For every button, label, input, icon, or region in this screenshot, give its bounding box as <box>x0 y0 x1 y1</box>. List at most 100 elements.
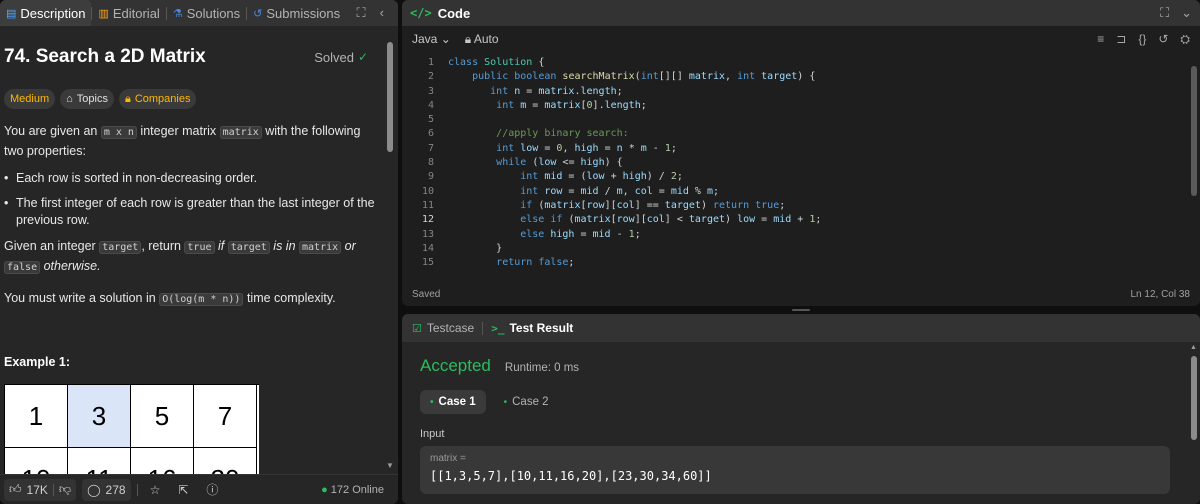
line-number: 4 <box>427 99 434 111</box>
tab-test-result[interactable]: >_ Test Result <box>491 321 573 335</box>
description-scrollbar[interactable]: ▼ <box>386 30 394 470</box>
line-text: int n = matrix.length; <box>490 85 623 97</box>
lock-icon: 🔒︎ <box>464 31 472 46</box>
code-line[interactable]: 8 while (low <= high) { <box>402 156 1188 170</box>
scroll-thumb[interactable] <box>1191 356 1197 440</box>
lock-icon: 🔒︎ <box>124 92 131 105</box>
code-editor[interactable]: 1 class Solution { 2 public boolean search… <box>402 56 1188 274</box>
code-scrollbar[interactable] <box>1190 56 1198 274</box>
editor-status-bar: Saved Ln 12, Col 38 <box>402 282 1200 306</box>
line-text: if (matrix[row][col] == target) return t… <box>520 199 786 211</box>
thumbs-down-icon[interactable]: 👎︎ <box>59 482 71 497</box>
code-line[interactable]: 5 <box>402 113 1188 127</box>
like-count: 17K <box>26 482 48 497</box>
tab-editorial[interactable]: ▥ Editorial <box>92 0 165 26</box>
book-icon: ▥ <box>98 7 109 20</box>
code-line[interactable]: 14 } <box>402 242 1188 256</box>
comment-count: 278 <box>105 482 126 497</box>
line-text: class Solution { <box>448 57 545 68</box>
help-icon[interactable]: ⓘ <box>200 481 224 498</box>
problem-title: 74. Search a 2D Matrix <box>4 46 206 67</box>
verdict: Accepted <box>420 356 491 375</box>
collapse-left-icon[interactable]: ‹ <box>380 5 384 21</box>
companies-badge[interactable]: 🔒︎ Companies <box>118 89 197 109</box>
case-2-tab[interactable]: • Case 2 <box>494 390 559 414</box>
panel-splitter[interactable] <box>402 306 1200 314</box>
star-icon[interactable]: ☆ <box>144 483 167 497</box>
scroll-thumb[interactable] <box>1191 66 1197 196</box>
complexity-requirement: You must write a solution in O(log(m * n… <box>4 291 336 306</box>
tab-solutions[interactable]: ⚗ Solutions <box>167 0 246 26</box>
matrix-cell: 3 <box>68 385 131 448</box>
problem-statement: You are given an m x n integer matrix ma… <box>4 124 361 158</box>
code-header: </> Code ⛶ ⌄ <box>402 0 1200 26</box>
language-select[interactable]: Java ⌄ <box>412 32 451 46</box>
comments-button[interactable]: ◯ 278 <box>82 478 131 501</box>
test-scrollbar[interactable]: ▲ <box>1190 344 1198 504</box>
maximize-icon[interactable]: ⛶ <box>357 5 366 21</box>
thumbs-up-icon[interactable]: 👍︎ <box>9 482 22 497</box>
matrix-cell: 5 <box>131 385 194 448</box>
line-text: int m = matrix[0].length; <box>496 99 647 111</box>
code-line[interactable]: 1 class Solution { <box>402 56 1188 70</box>
line-number: 5 <box>427 114 434 126</box>
line-number: 2 <box>427 71 434 83</box>
scroll-down-arrow[interactable]: ▼ <box>386 461 394 470</box>
settings-icon[interactable]: ⛭ <box>1180 32 1190 47</box>
scroll-up-arrow[interactable]: ▲ <box>1190 344 1197 351</box>
runtime: Runtime: 0 ms <box>504 362 580 374</box>
line-number: 1 <box>427 57 434 68</box>
code-line[interactable]: 3 int n = matrix.length; <box>402 85 1188 99</box>
line-text: else if (matrix[row][col] < target) low … <box>520 214 822 226</box>
input-label: Input <box>420 428 445 440</box>
footer-divider <box>136 483 138 496</box>
line-number: 10 <box>421 185 434 197</box>
save-status: Saved <box>412 288 441 300</box>
code-line[interactable]: 9 int mid = (low + high) / 2; <box>402 170 1188 184</box>
code-line[interactable]: 2 public boolean searchMatrix(int[][] ma… <box>402 70 1188 84</box>
reset-icon[interactable]: ↺ <box>1158 32 1168 47</box>
tab-testcase[interactable]: ☑ Testcase <box>412 321 474 335</box>
line-text: //apply binary search: <box>496 128 629 140</box>
case-tabs: • Case 1 • Case 2 <box>420 390 1170 414</box>
properties-list: Each row is sorted in non-decreasing ord… <box>4 170 380 229</box>
code-line[interactable]: 10 int row = mid / m, col = mid % m; <box>402 185 1188 199</box>
tab-description[interactable]: ▤ Description <box>0 0 92 26</box>
line-number: 12 <box>421 214 434 226</box>
description-footer: 👍︎ 17K 👎︎ ◯ 278 ☆ ⇱ ⓘ ● 172 Online <box>0 474 398 504</box>
tab-submissions[interactable]: ↺ Submissions <box>247 0 346 26</box>
list-item: The first integer of each row is greater… <box>4 195 380 229</box>
matrix-cell: 1 <box>5 385 68 448</box>
code-line[interactable]: 11 if (matrix[row][col] == target) retur… <box>402 199 1188 213</box>
line-number: 14 <box>421 242 434 254</box>
chevron-down-icon: ⌄ <box>440 32 451 46</box>
line-number: 9 <box>427 171 434 183</box>
online-count: ● 172 Online <box>321 483 384 496</box>
code-line[interactable]: 4 int m = matrix[0].length; <box>402 99 1188 113</box>
code-line[interactable]: 13 else high = mid - 1; <box>402 228 1188 242</box>
history-icon: ↺ <box>253 7 263 20</box>
topics-badge[interactable]: ⌂ Topics <box>60 89 114 109</box>
line-text: int mid = (low + high) / 2; <box>520 171 683 183</box>
example-matrix-image: 1357 10111620 <box>4 384 259 476</box>
test-result-body: Accepted Runtime: 0 ms • Case 1 • Case 2… <box>402 342 1188 504</box>
left-tab-bar: ▤ Description ▥ Editorial ⚗ Solutions ↺ … <box>0 0 398 26</box>
maximize-icon[interactable]: ⛶ <box>1160 5 1169 21</box>
line-number: 8 <box>427 157 434 169</box>
difficulty-badge[interactable]: Medium <box>4 89 56 109</box>
code-line[interactable]: 7 int low = 0, high = n * m - 1; <box>402 142 1188 156</box>
test-tab-bar: ☑ Testcase >_ Test Result <box>402 314 1200 342</box>
bookmark-icon[interactable]: ⊐ <box>1116 32 1126 47</box>
braces-icon[interactable]: {} <box>1138 32 1146 47</box>
scroll-thumb[interactable] <box>387 42 393 152</box>
auto-mode-toggle[interactable]: 🔒︎ Auto <box>465 32 499 47</box>
drag-handle[interactable] <box>792 309 810 311</box>
expand-icon[interactable]: ⌄ <box>1181 5 1192 21</box>
code-line[interactable]: 6 //apply binary search: <box>402 127 1188 141</box>
case-1-tab[interactable]: • Case 1 <box>420 390 486 414</box>
code-line[interactable]: 12 else if (matrix[row][col] < target) l… <box>402 213 1188 227</box>
format-icon[interactable]: ≡ <box>1097 32 1104 47</box>
code-line[interactable]: 15 return false; <box>402 256 1188 270</box>
online-dot-icon: ● <box>321 483 328 496</box>
share-icon[interactable]: ⇱ <box>172 483 194 497</box>
